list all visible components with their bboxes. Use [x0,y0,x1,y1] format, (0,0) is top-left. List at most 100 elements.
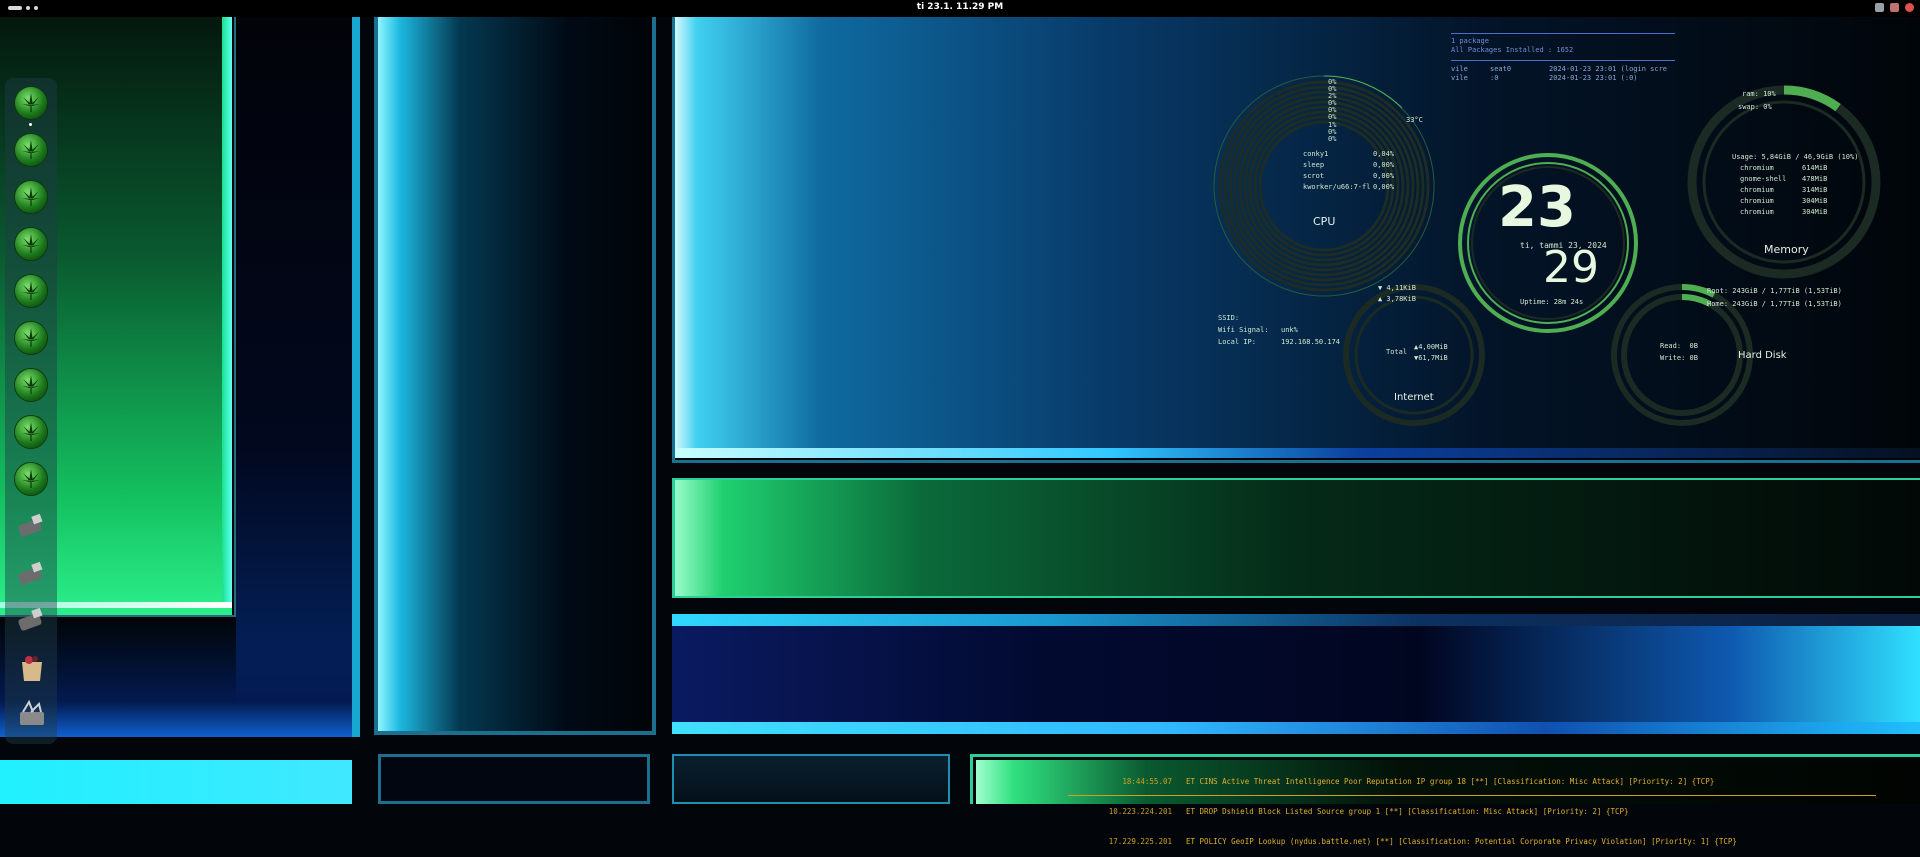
log-message: ET CINS Active Threat Intelligence Poor … [1186,777,1715,786]
disk-label: Hard Disk [1738,350,1787,361]
memory-label: Memory [1764,243,1809,256]
memory-process-value: 304MiB [1802,197,1828,205]
cannabis-leaf-icon [22,469,40,488]
log-message: ET POLICY GeoIP Lookup (nydus.battle.net… [1186,837,1737,846]
total-download: ▼61,7MiB [1414,354,1448,362]
clock-minute: 29 [1543,242,1599,293]
ram-percent: ram: 10% [1742,90,1776,98]
dock-app-button[interactable] [15,275,47,307]
cannabis-leaf-icon [22,422,40,441]
settings-icon[interactable] [1890,3,1899,12]
wallpaper-bar-blue-edge [672,614,1920,626]
dock-app-button[interactable] [15,463,47,495]
swap-percent: swap: 0% [1738,103,1772,111]
log-time: 18:44:55.07 [1122,777,1172,786]
wallpaper-bottom-left [0,760,352,804]
memory-process-name: gnome-shell [1740,175,1787,183]
clock-hour: 23 [1498,175,1576,240]
cannabis-leaf-icon [22,375,40,394]
dock-app-button[interactable] [15,416,47,448]
show-apps-icon[interactable] [17,698,47,728]
wifi-signal-value: unk% [1281,326,1298,334]
packages-installed-text: All Packages Installed : 1652 [1451,46,1574,54]
usb-drive-icon[interactable] [17,607,47,632]
packages-update-text: 1 package [1451,37,1489,45]
dock-app-button[interactable] [15,134,47,166]
dock-app-button[interactable] [15,181,47,213]
user-login-time: 2024-01-23 23:01 (:0) [1549,74,1638,82]
user-tty: :0 [1490,74,1499,82]
cpu-label: CPU [1313,215,1336,228]
user-tty: seat0 [1490,65,1512,73]
ssid-label: SSID: [1218,314,1240,322]
topbar-clock[interactable]: ti 23.1. 11.29 PM [0,2,1920,12]
root-disk-usage: Root: 243GiB / 1,77TiB (1,53TiB) [1707,287,1842,295]
separator-line [1451,60,1675,61]
cpu-process-value: 0,00% [1373,161,1395,169]
dock-app-button[interactable] [15,369,47,401]
log-message: ET DROP Dshield Block Listed Source grou… [1186,807,1629,816]
dock [5,78,57,744]
log-row: 17.229.225.201 ET POLICY GeoIP Lookup (ny… [1060,837,1737,847]
memory-process-value: 478MiB [1802,175,1828,183]
log-time: 17.229.225.201 [1108,837,1172,846]
clock-uptime: Uptime: 28m 24s [1520,298,1584,306]
usb-drive-icon[interactable] [17,561,47,586]
total-upload: ▲4,00MiB [1414,343,1448,351]
local-ip-label: Local IP: [1218,338,1256,346]
top-bar: ti 23.1. 11.29 PM [0,0,1920,17]
upload-speed: ▲ 3,78KiB [1378,295,1416,303]
disk-write: Write: 0B [1660,354,1698,362]
user-login-time: 2024-01-23 23:01 (login scre [1549,65,1668,73]
download-speed: ▼ 4,11KiB [1378,284,1416,292]
log-row: 10.223.224.201 ET DROP Dshield Block List… [1060,807,1737,817]
cpu-temperature: 33°C [1406,116,1423,124]
cpu-process-name: scrot [1303,172,1325,180]
memory-process-name: chromium [1740,164,1774,172]
log-row: 18:44:55.07 ET CINS Active Threat Intelli… [1060,777,1737,787]
wallpaper-bottom [378,754,650,804]
memory-process-value: 614MiB [1802,164,1828,172]
cpu-process-value: 0,04% [1373,150,1395,158]
home-disk-usage: Home: 243GiB / 1,77TiB (1,53TiB) [1707,300,1842,308]
ids-alert-log: 18:44:55.07 ET CINS Active Threat Intelli… [1060,757,1737,857]
cannabis-leaf-icon [22,140,40,159]
cpu-process-value: 0,00% [1373,172,1395,180]
ram-usage-arc [1783,85,1841,112]
cpu-process-name: sleep [1303,161,1325,169]
log-time: 10.223.224.201 [1108,807,1172,816]
cannabis-leaf-icon [22,187,40,206]
memory-usage: Usage: 5,84GiB / 46,9GiB (10%) [1732,153,1859,161]
wallpaper-column [352,17,360,737]
power-icon[interactable] [1905,3,1914,12]
memory-process-value: 314MiB [1802,186,1828,194]
total-label: Total [1386,348,1408,356]
cannabis-leaf-icon [22,281,40,300]
wallpaper-frame [672,478,1920,598]
dock-app-button[interactable] [15,87,47,119]
wallpaper-bottom [672,754,950,804]
user-name: vile [1451,74,1468,82]
wallpaper-bar-blue [672,614,1920,734]
dock-app-button[interactable] [15,322,47,354]
internet-label: Internet [1394,392,1434,403]
system-tray[interactable] [1875,3,1914,12]
memory-process-name: chromium [1740,208,1774,216]
wallpaper-bar-blue-edge [672,722,1920,734]
cpu-core-percent: 0% [1328,135,1337,143]
usb-drive-icon[interactable] [17,513,47,538]
wifi-signal-label: Wifi Signal: [1218,326,1269,334]
dock-app-button[interactable] [15,228,47,260]
separator-line [1451,33,1675,34]
user-name: vile [1451,65,1468,73]
cannabis-leaf-icon [22,93,40,112]
memory-process-value: 304MiB [1802,208,1828,216]
trash-full-icon[interactable] [17,653,47,683]
running-indicator [29,123,32,126]
memory-process-name: chromium [1740,197,1774,205]
cannabis-leaf-icon [22,234,40,253]
disk-read: Read: 0B [1660,342,1698,350]
network-icon[interactable] [1875,3,1884,12]
log-separator [1068,795,1876,796]
cpu-process-name: conky1 [1303,150,1329,158]
